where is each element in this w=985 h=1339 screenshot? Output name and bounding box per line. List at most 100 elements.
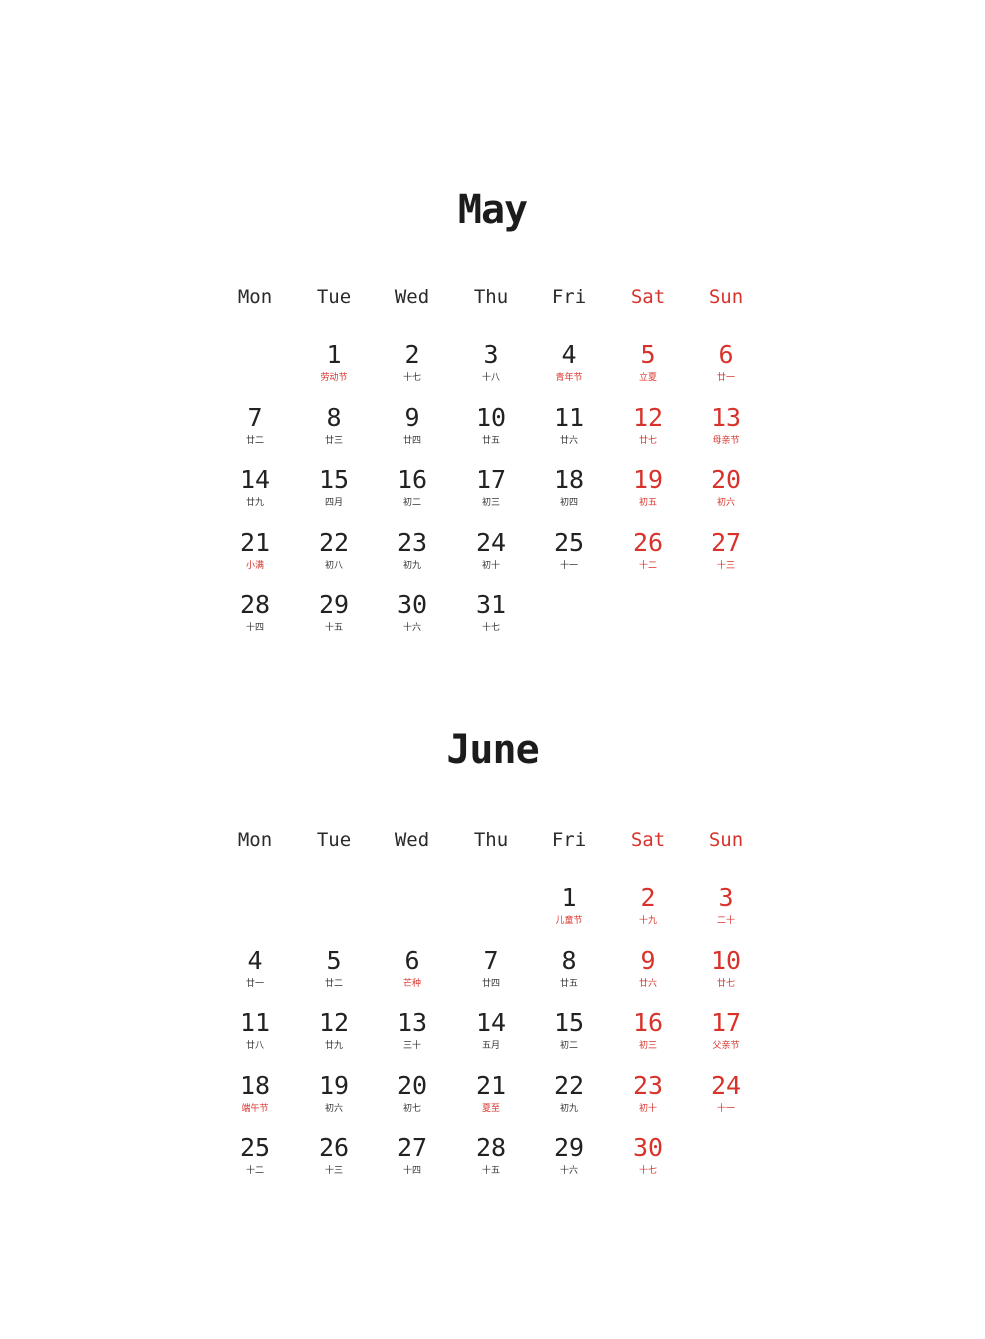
day-cell[interactable]: 23 初十 (609, 1071, 687, 1115)
day-cell[interactable]: 19 初五 (609, 465, 687, 509)
day-cell[interactable]: 28 十五 (452, 1133, 530, 1177)
day-cell[interactable]: 17 父亲节 (687, 1008, 765, 1052)
day-cell[interactable]: 13 母亲节 (687, 403, 765, 447)
day-cell[interactable]: 20 初七 (373, 1071, 451, 1115)
weekday-header-tue: Tue (316, 286, 352, 308)
day-cell[interactable]: 26 十三 (295, 1133, 373, 1177)
day-cell[interactable]: 27 十三 (687, 528, 765, 572)
day-cell[interactable]: 11 廿八 (216, 1008, 294, 1052)
day-cell[interactable]: 9 廿六 (609, 946, 687, 990)
lunar-date-label: 初二 (402, 498, 421, 508)
day-number: 30 (632, 1133, 664, 1162)
day-cell[interactable]: 10 廿五 (452, 403, 530, 447)
day-cell[interactable]: 3 二十 (687, 883, 765, 927)
day-cell[interactable]: 8 廿三 (295, 403, 373, 447)
day-number: 26 (632, 527, 664, 557)
day-cell[interactable]: 6 廿一 (687, 340, 765, 384)
day-cell[interactable]: 15 四月 (295, 465, 373, 509)
day-cell[interactable]: 18 初四 (530, 465, 608, 509)
day-cell[interactable]: 5 廿二 (295, 946, 373, 990)
day-number: 16 (396, 465, 428, 494)
day-cell[interactable]: 24 十一 (687, 1071, 765, 1115)
day-cell[interactable]: 21 夏至 (452, 1071, 530, 1115)
day-cell[interactable]: 30 十七 (609, 1133, 687, 1177)
day-number: 28 (239, 590, 271, 619)
lunar-date-label: 十三 (716, 560, 735, 571)
day-number: 14 (475, 1008, 507, 1037)
day-cell[interactable]: 6 芒种 (373, 946, 451, 990)
day-cell[interactable]: 24 初十 (452, 528, 530, 572)
festival-label: 青年节 (555, 373, 583, 383)
lunar-date-label: 十四 (245, 623, 264, 633)
day-number: 18 (553, 465, 585, 494)
day-cell[interactable]: 4 青年节 (530, 340, 608, 384)
festival-label: 夏至 (481, 1103, 500, 1114)
day-cell[interactable]: 1 劳动节 (295, 340, 373, 384)
day-cell[interactable]: 23 初九 (373, 528, 451, 572)
lunar-date-label: 十四 (402, 1166, 421, 1176)
day-cell[interactable]: 17 初三 (452, 465, 530, 509)
day-cell[interactable]: 28 十四 (216, 590, 294, 634)
day-cell[interactable]: 12 廿七 (609, 403, 687, 447)
festival-label: 端午节 (241, 1103, 269, 1114)
lunar-date-label: 廿五 (481, 435, 500, 446)
day-cell[interactable]: 16 初三 (609, 1008, 687, 1052)
festival-label: 芒种 (402, 978, 421, 989)
day-number: 17 (710, 1008, 742, 1037)
day-cell[interactable]: 25 十一 (530, 528, 608, 572)
festival-label: 劳动节 (320, 373, 348, 383)
lunar-date-label: 十六 (559, 1166, 578, 1176)
day-number: 6 (718, 340, 734, 369)
day-cell[interactable]: 2 十九 (609, 883, 687, 927)
day-cell[interactable]: 3 十八 (452, 340, 530, 384)
day-number: 11 (239, 1008, 271, 1037)
day-cell[interactable]: 8 廿五 (530, 946, 608, 990)
lunar-date-label: 廿七 (716, 978, 735, 989)
day-cell[interactable]: 27 十四 (373, 1133, 451, 1177)
day-cell[interactable]: 13 三十 (373, 1008, 451, 1052)
day-cell[interactable]: 29 十六 (530, 1133, 608, 1177)
day-cell[interactable]: 22 初八 (295, 528, 373, 572)
day-cell[interactable]: 18 端午节 (216, 1071, 294, 1115)
lunar-date-label: 廿四 (481, 978, 500, 989)
day-cell[interactable]: 2 十七 (373, 340, 451, 384)
day-number: 11 (553, 402, 585, 432)
day-number: 15 (553, 1008, 585, 1037)
day-cell[interactable]: 30 十六 (373, 590, 451, 634)
day-cell[interactable]: 7 廿二 (216, 403, 294, 447)
day-cell[interactable]: 14 五月 (452, 1008, 530, 1052)
lunar-date-label: 十一 (716, 1103, 735, 1114)
day-cell[interactable]: 14 廿九 (216, 465, 294, 509)
day-number: 26 (318, 1133, 350, 1162)
day-cell[interactable]: 20 初六 (687, 465, 765, 509)
day-cell[interactable]: 29 十五 (295, 590, 373, 634)
day-cell[interactable]: 16 初二 (373, 465, 451, 509)
day-cell[interactable]: 22 初九 (530, 1071, 608, 1115)
day-cell[interactable]: 25 十二 (216, 1133, 294, 1177)
weekday-header-sat: Sat (630, 286, 666, 308)
day-cell[interactable]: 9 廿四 (373, 403, 451, 447)
day-cell[interactable]: 19 初六 (295, 1071, 373, 1115)
day-cell[interactable]: 12 廿九 (295, 1008, 373, 1052)
lunar-date-label: 廿一 (245, 978, 264, 989)
day-cell[interactable]: 21 小满 (216, 528, 294, 572)
day-cell[interactable]: 10 廿七 (687, 946, 765, 990)
lunar-date-label: 十九 (638, 916, 657, 926)
day-cell[interactable]: 4 廿一 (216, 946, 294, 990)
day-cell[interactable]: 1 儿童节 (530, 883, 608, 927)
day-cell[interactable]: 15 初二 (530, 1008, 608, 1052)
day-cell[interactable]: 5 立夏 (609, 340, 687, 384)
lunar-date-label: 十六 (402, 623, 421, 633)
day-number: 30 (396, 590, 428, 619)
day-cell[interactable]: 26 十二 (609, 528, 687, 572)
day-cell[interactable]: 11 廿六 (530, 403, 608, 447)
day-cell[interactable]: 7 廿四 (452, 946, 530, 990)
day-number: 1 (561, 883, 577, 912)
day-number: 31 (475, 590, 507, 619)
lunar-date-label: 廿二 (245, 435, 264, 446)
day-number: 27 (710, 527, 742, 557)
lunar-date-label: 初六 (716, 498, 735, 508)
weekday-header-wed: Wed (394, 829, 430, 851)
day-cell[interactable]: 31 十七 (452, 590, 530, 634)
lunar-date-label: 初八 (324, 560, 343, 571)
